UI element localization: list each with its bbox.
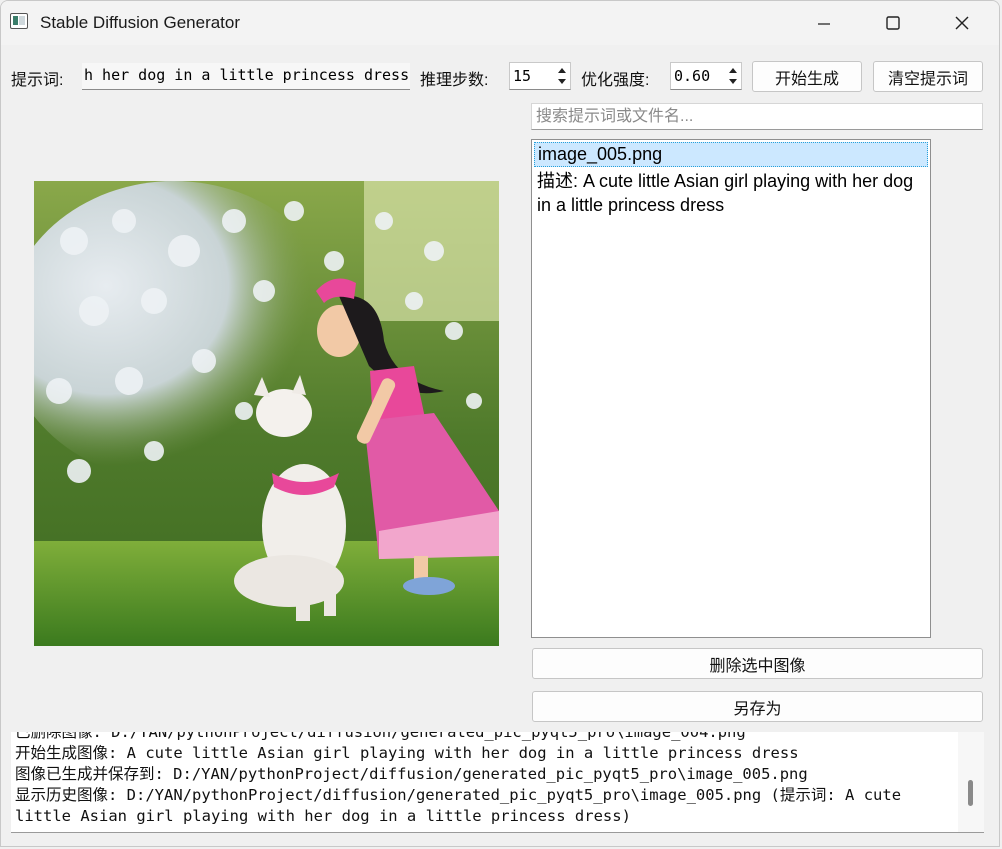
log-output[interactable]: 已删除图像: D:/YAN/pythonProject/diffusion/ge… bbox=[11, 732, 958, 832]
log-scrollbar-thumb[interactable] bbox=[968, 780, 973, 806]
prompt-input[interactable]: h her dog in a little princess dress bbox=[82, 63, 410, 90]
history-list[interactable]: image_005.png 描述: A cute little Asian gi… bbox=[531, 139, 931, 638]
strength-label: 优化强度: bbox=[581, 72, 650, 89]
generated-image bbox=[34, 181, 499, 646]
steps-value: 15 bbox=[513, 67, 532, 85]
delete-selected-button[interactable]: 删除选中图像 bbox=[532, 648, 983, 679]
steps-label: 推理步数: bbox=[420, 72, 489, 89]
minimize-icon bbox=[818, 23, 830, 25]
title-bar: Stable Diffusion Generator bbox=[1, 1, 999, 45]
app-window: Stable Diffusion Generator 提示词: h her do… bbox=[0, 0, 1000, 847]
log-scrollbar[interactable] bbox=[958, 732, 984, 832]
close-icon bbox=[955, 16, 969, 30]
strength-value: 0.60 bbox=[674, 67, 711, 85]
app-window-icon bbox=[10, 13, 28, 29]
window-title: Stable Diffusion Generator bbox=[40, 13, 241, 32]
spin-arrows-icon[interactable] bbox=[726, 64, 740, 88]
generate-button[interactable]: 开始生成 bbox=[752, 61, 862, 92]
save-as-button[interactable]: 另存为 bbox=[532, 691, 983, 722]
spin-arrows-icon[interactable] bbox=[555, 64, 569, 88]
prompt-label: 提示词: bbox=[11, 72, 64, 89]
clear-prompt-button[interactable]: 清空提示词 bbox=[873, 61, 983, 92]
log-line: 已删除图像: D:/YAN/pythonProject/diffusion/ge… bbox=[15, 732, 746, 741]
maximize-button[interactable] bbox=[858, 1, 928, 45]
log-line: 图像已生成并保存到: D:/YAN/pythonProject/diffusio… bbox=[15, 765, 808, 783]
close-button[interactable] bbox=[927, 1, 997, 45]
log-line: little Asian girl playing with her dog i… bbox=[15, 807, 631, 825]
strength-spinbox[interactable]: 0.60 bbox=[670, 62, 742, 90]
history-search-input[interactable]: 搜索提示词或文件名... bbox=[531, 103, 983, 130]
log-line: 显示历史图像: D:/YAN/pythonProject/diffusion/g… bbox=[15, 786, 902, 804]
log-bottom-border bbox=[11, 832, 984, 833]
minimize-button[interactable] bbox=[789, 1, 859, 45]
list-item-selected-filename[interactable]: image_005.png bbox=[534, 142, 928, 167]
log-line: 开始生成图像: A cute little Asian girl playing… bbox=[15, 744, 799, 762]
steps-spinbox[interactable]: 15 bbox=[509, 62, 571, 90]
maximize-icon bbox=[886, 16, 900, 30]
list-item-description[interactable]: 描述: A cute little Asian girl playing wit… bbox=[537, 169, 925, 217]
